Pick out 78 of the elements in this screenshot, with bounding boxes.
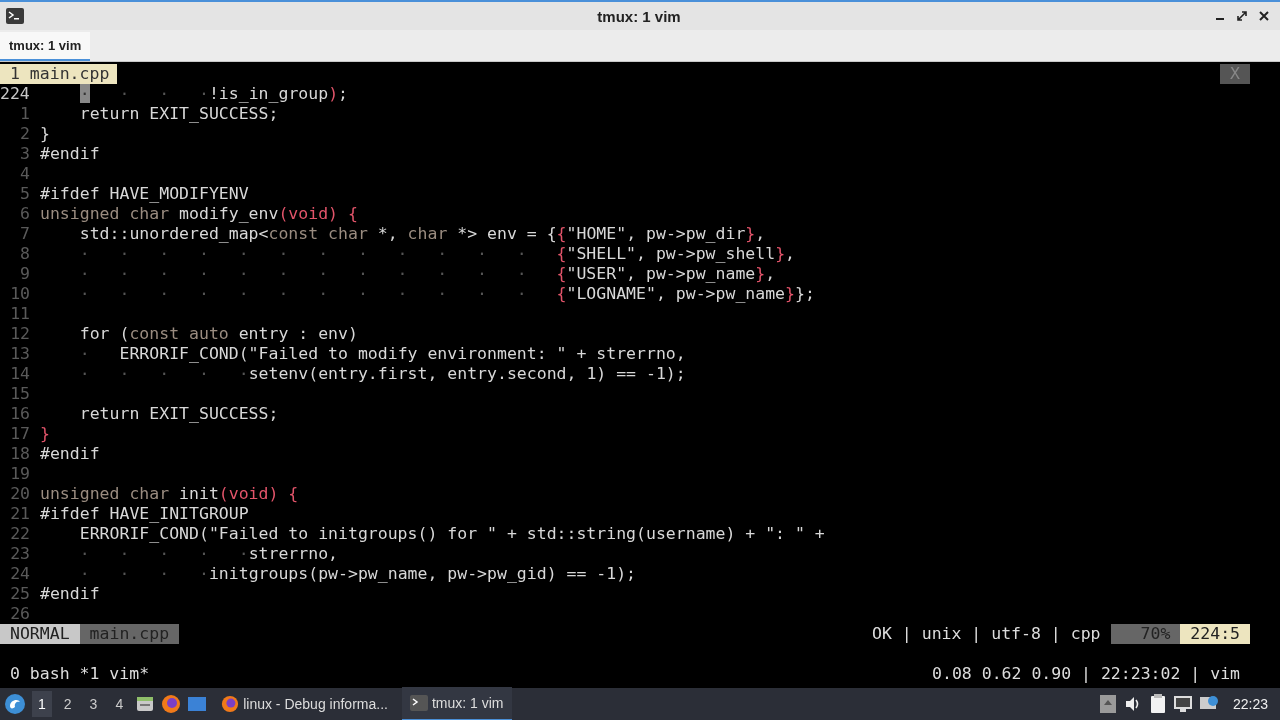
code-line: #endif [40,444,100,464]
taskbar-task[interactable]: linux - Debug informa... [213,688,396,720]
tmux-window-list: 0 bash *1 vim* [0,664,160,684]
line-number: 3 [19,144,30,164]
browser-icon[interactable] [161,694,182,714]
workspace-button[interactable]: 1 [32,691,52,717]
line-number: 15 [9,384,30,404]
tmux-status-info: 0.08 0.62 0.90 | 22:23:02 | vim [931,664,1241,684]
line-number: 10 [9,284,30,304]
line-number: 8 [19,244,30,264]
workspace-button[interactable]: 2 [57,691,78,717]
code-line: #ifdef HAVE_MODIFYENV [40,184,249,204]
line-number: 22 [9,524,30,544]
mode-indicator: NORMAL [0,624,80,644]
line-number: 6 [19,204,30,224]
code-line: #endif [40,144,100,164]
code-line: #ifdef HAVE_INITGROUP [40,504,249,524]
line-number: 21 [9,504,30,524]
line-number: 224 [0,84,31,104]
code-line: unsigned char init(void) { [40,484,299,504]
file-manager-icon[interactable] [135,694,156,714]
window-title: tmux: 1 vim [596,7,681,25]
code-line: ERRORIF_COND("Failed to initgroups() for " + std::string(username) + ": " + [78,524,825,544]
line-number: 14 [9,364,30,384]
line-number: 2 [19,124,30,144]
taskbar-task[interactable]: tmux: 1 vim [401,687,512,720]
line-number: 19 [9,464,30,484]
line-number: 26 [9,604,30,624]
line-number: 17 [9,424,30,444]
code-line: } [40,424,50,444]
workspace-button[interactable]: 4 [109,691,130,717]
line-number: 23 [9,544,30,564]
line-number: 5 [19,184,30,204]
line-number: 16 [9,404,30,424]
code-line: for (const auto entry : env) [78,324,358,344]
code-line: · · · · · · · · · · · · {"SHELL", pw->pw_shell}, [78,244,795,264]
line-number: 25 [9,584,30,604]
clipboard-icon[interactable] [1148,694,1167,714]
maximize-icon[interactable] [1236,10,1248,22]
code-line: } [40,124,50,144]
code-line: · · · ·initgroups(pw->pw_name, pw->pw_gid) == -1); [78,564,637,584]
code-line: · ERRORIF_COND("Failed to modify environment: " + strerrno, [78,344,686,364]
code-line: return EXIT_SUCCESS; [78,104,279,124]
code-line: · · · · · · · · · · · · {"USER", pw->pw_name}, [78,264,776,284]
close-icon[interactable] [1258,10,1270,22]
code-line: · · · · · · · · · · · · {"LOGNAME", pw->pw_name}}; [78,284,815,304]
workspace-button[interactable]: 3 [83,691,104,717]
task-label: tmux: 1 vim [431,695,504,711]
code-line: · · · · ·strerrno, [78,544,339,564]
code-line: std::unordered_map<const char *, char *> env = {{"HOME", pw->pw_dir}, [78,224,766,244]
clock[interactable]: 22:23 [1224,696,1276,712]
line-number: 24 [9,564,30,584]
code-line: · · · ·!is_in_group); [78,84,348,104]
line-number: 11 [9,304,30,324]
start-menu-icon[interactable] [4,693,26,715]
terminal-icon [6,8,24,24]
line-number: 20 [9,484,30,504]
line-number: 1 [19,104,30,124]
line-number: 7 [19,224,30,244]
vim-tab[interactable]: 1 main.cpp [0,64,118,84]
code-line: unsigned char modify_env(void) { [40,204,358,224]
scroll-percent: 70% [1110,624,1181,644]
line-number: 9 [19,264,30,284]
terminal-tab[interactable]: tmux: 1 vim [0,32,91,61]
code-line: return EXIT_SUCCESS; [78,404,279,424]
code-line: · · · · ·setenv(entry.first, entry.second, 1) == -1); [78,364,686,384]
terminal-icon [409,695,428,711]
line-number: 12 [9,324,30,344]
browser-icon [221,695,240,713]
file-info: OK | unix | utf-8 | cpp [872,624,1102,644]
desktop-icon[interactable] [187,694,208,714]
code-line: #endif [40,584,100,604]
line-number: 18 [9,444,30,464]
cursor-position: 224:5 [1180,624,1250,644]
line-number: 13 [9,344,30,364]
task-label: linux - Debug informa... [243,696,388,712]
line-number: 4 [19,164,30,184]
file-name: main.cpp [79,624,180,644]
